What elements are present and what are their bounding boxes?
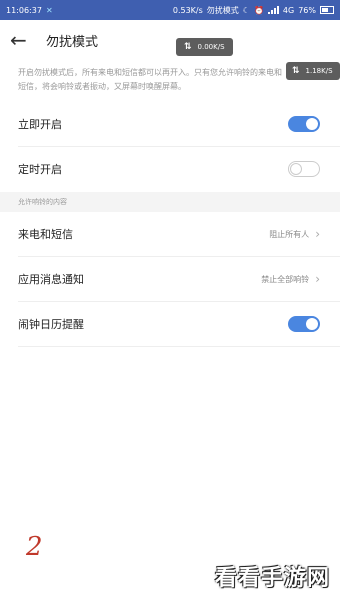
- row-label: 应用消息通知: [18, 273, 84, 286]
- floating-speed-indicator[interactable]: ⇅ 0.00K/S: [176, 38, 233, 56]
- app-bar: ← 勿扰模式: [0, 20, 340, 60]
- alarm-icon: ⏰: [253, 5, 264, 15]
- alarm-calendar-row[interactable]: 闹钟日历提醒: [0, 302, 340, 346]
- handwritten-annotation: 2: [26, 532, 43, 562]
- network-speed: 0.53K/s: [172, 5, 203, 15]
- chevron-right-icon: ›: [315, 227, 320, 241]
- dnd-status-label: 勿扰模式: [206, 5, 239, 15]
- battery-percent: 76%: [298, 5, 316, 15]
- app-notifications-row[interactable]: 应用消息通知 禁止全部响铃 ›: [0, 257, 340, 301]
- row-label: 立即开启: [18, 118, 62, 131]
- calls-sms-row[interactable]: 来电和短信 阻止所有人 ›: [0, 212, 340, 256]
- arrow-left-icon[interactable]: ←: [10, 30, 34, 50]
- network-type: 4G: [282, 5, 295, 15]
- floating-speed-value: 1.18K/S: [305, 67, 333, 75]
- scheduled-enable-row[interactable]: 定时开启: [0, 147, 340, 191]
- row-value: 阻止所有人: [269, 229, 310, 239]
- floating-speed-value: 0.00K/S: [197, 43, 225, 51]
- transfer-arrows-icon: ⇅: [292, 66, 300, 76]
- moon-icon: ☾: [242, 5, 250, 15]
- section-header: 允许响铃的内容: [0, 192, 340, 212]
- page-title: 勿扰模式: [46, 34, 99, 50]
- immediate-enable-row[interactable]: 立即开启: [0, 102, 340, 146]
- floating-speed-indicator[interactable]: ⇅ 1.18K/S: [286, 62, 340, 80]
- row-label: 来电和短信: [18, 228, 73, 241]
- battery-icon: [320, 6, 334, 14]
- divider: [18, 346, 340, 347]
- alarm-calendar-toggle[interactable]: [288, 316, 320, 332]
- row-value: 禁止全部响铃: [261, 274, 310, 284]
- transfer-arrows-icon: ⇅: [184, 42, 192, 52]
- dnd-description: 开启勿扰模式后，所有来电和短信都可以再开入。只有您允许响铃的来电和短信，将会响铃…: [18, 68, 282, 91]
- row-label: 闹钟日历提醒: [18, 318, 84, 331]
- signal-icon: [267, 6, 279, 14]
- chevron-right-icon: ›: [315, 272, 320, 286]
- site-watermark: 看看手游网: [214, 566, 330, 591]
- scheduled-enable-toggle[interactable]: [288, 161, 320, 177]
- app-notification-icon: ✕: [45, 5, 53, 15]
- row-label: 定时开启: [18, 163, 62, 176]
- immediate-enable-toggle[interactable]: [288, 116, 320, 132]
- status-bar: 11:06:37 ✕ 0.53K/s 勿扰模式 ☾ ⏰ 4G 76%: [0, 0, 340, 20]
- status-time: 11:06:37: [6, 5, 42, 15]
